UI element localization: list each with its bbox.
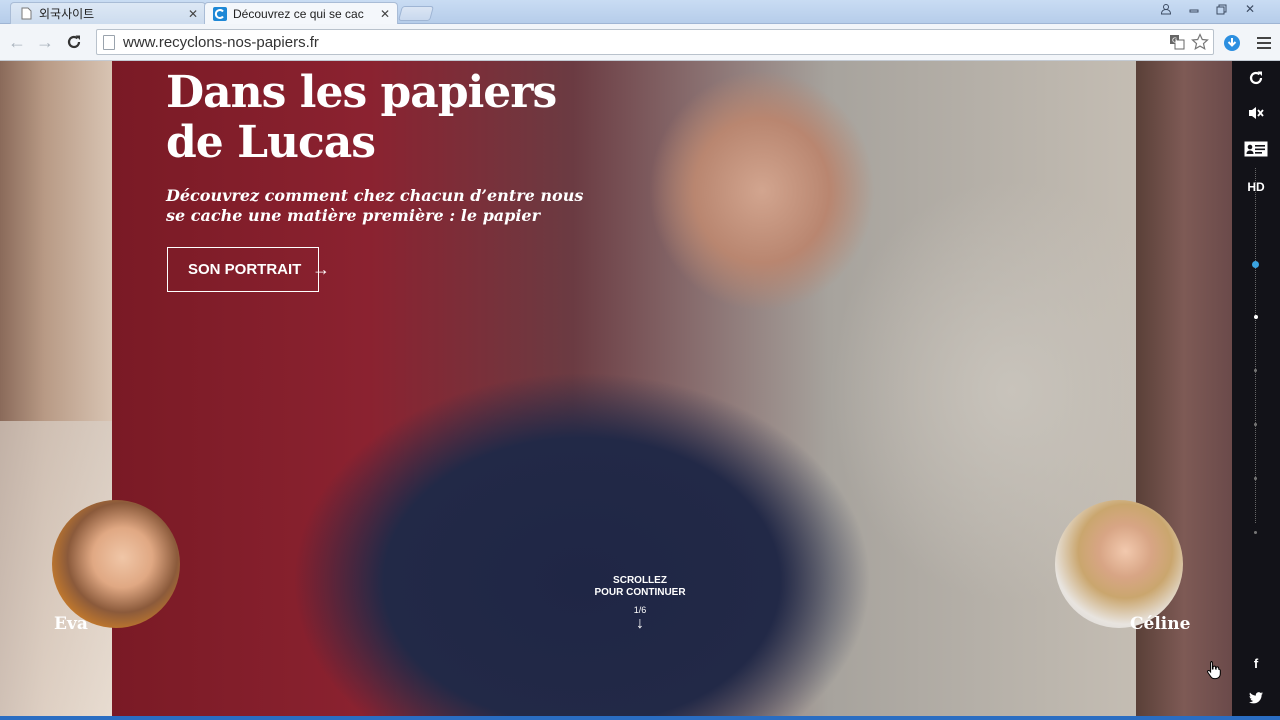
arrow-right-icon: →	[312, 259, 330, 279]
progress-step[interactable]	[1254, 423, 1257, 426]
progress-track	[1255, 168, 1256, 523]
back-icon[interactable]: ←	[6, 31, 28, 53]
son-portrait-button[interactable]: SON PORTRAIT →	[167, 247, 330, 292]
download-extension-icon[interactable]	[1220, 31, 1244, 55]
taskbar-edge	[0, 716, 1280, 720]
restore-icon[interactable]	[1208, 0, 1236, 18]
eva-name[interactable]: Eva	[54, 614, 88, 634]
site-favicon-icon	[213, 6, 227, 21]
page-icon	[19, 7, 33, 21]
tab-title: 외국사이트	[39, 7, 95, 21]
url-text: www.recyclons-nos-papiers.fr	[123, 33, 319, 51]
subtitle-line: se cache une matière première : le papie…	[166, 206, 541, 225]
page-icon	[103, 34, 115, 50]
facebook-icon[interactable]: f	[1244, 653, 1268, 673]
tab-strip: 외국사이트 ✕ Découvrez ce qui se cac ✕ ✕	[0, 0, 1280, 24]
tab-recyclons[interactable]: Découvrez ce qui se cac ✕	[204, 2, 398, 24]
window-controls: ✕	[1152, 0, 1264, 18]
celine-name[interactable]: Céline	[1130, 614, 1190, 634]
subtitle-line: Découvrez comment chez chacun d’entre no…	[166, 186, 584, 205]
twitter-icon[interactable]	[1244, 688, 1268, 708]
celine-avatar[interactable]	[1055, 500, 1183, 628]
translate-icon[interactable]: G	[1169, 34, 1185, 55]
new-tab-button[interactable]	[397, 6, 435, 21]
tab-foreign-sites[interactable]: 외국사이트 ✕	[10, 2, 206, 24]
arrow-down-icon: ↓	[636, 615, 644, 632]
svg-text:G: G	[1172, 37, 1177, 45]
reload-icon[interactable]	[63, 31, 85, 53]
close-icon[interactable]: ✕	[379, 7, 391, 21]
scroll-hint[interactable]: SCROLLEZ POUR CONTINUER 1/6 ↓	[590, 575, 690, 632]
title-line: Dans les papiers	[166, 67, 557, 118]
side-control-rail	[1232, 61, 1280, 720]
minimize-icon[interactable]	[1180, 0, 1208, 18]
progress-step-active[interactable]	[1252, 261, 1259, 268]
eva-avatar[interactable]	[52, 500, 180, 628]
hd-icon[interactable]: HD	[1244, 177, 1268, 197]
id-card-icon[interactable]	[1244, 139, 1268, 159]
scroll-line: POUR CONTINUER	[594, 587, 686, 598]
progress-step[interactable]	[1254, 531, 1257, 534]
window-close-icon[interactable]: ✕	[1236, 0, 1264, 18]
progress-step[interactable]	[1254, 315, 1258, 319]
scroll-line: SCROLLEZ	[613, 575, 667, 586]
page-subtitle: Découvrez comment chez chacun d’entre no…	[166, 186, 586, 226]
close-icon[interactable]: ✕	[187, 7, 199, 21]
sound-off-icon[interactable]	[1244, 103, 1268, 123]
tab-title: Découvrez ce qui se cac	[233, 6, 364, 21]
bookmark-star-icon[interactable]	[1191, 33, 1209, 56]
button-label: SON PORTRAIT	[188, 261, 302, 278]
title-line: de Lucas	[166, 117, 376, 168]
forward-icon[interactable]: →	[34, 31, 56, 53]
page-title: Dans les papiers de Lucas	[166, 68, 586, 168]
hand-cursor-icon	[1207, 660, 1221, 680]
user-icon[interactable]	[1152, 0, 1180, 18]
progress-step[interactable]	[1254, 369, 1257, 372]
address-bar[interactable]: www.recyclons-nos-papiers.fr G	[96, 29, 1214, 55]
browser-toolbar: ← → www.recyclons-nos-papiers.fr G	[0, 24, 1280, 61]
replay-icon[interactable]	[1244, 68, 1268, 88]
menu-icon[interactable]	[1252, 31, 1276, 55]
progress-step[interactable]	[1254, 477, 1257, 480]
